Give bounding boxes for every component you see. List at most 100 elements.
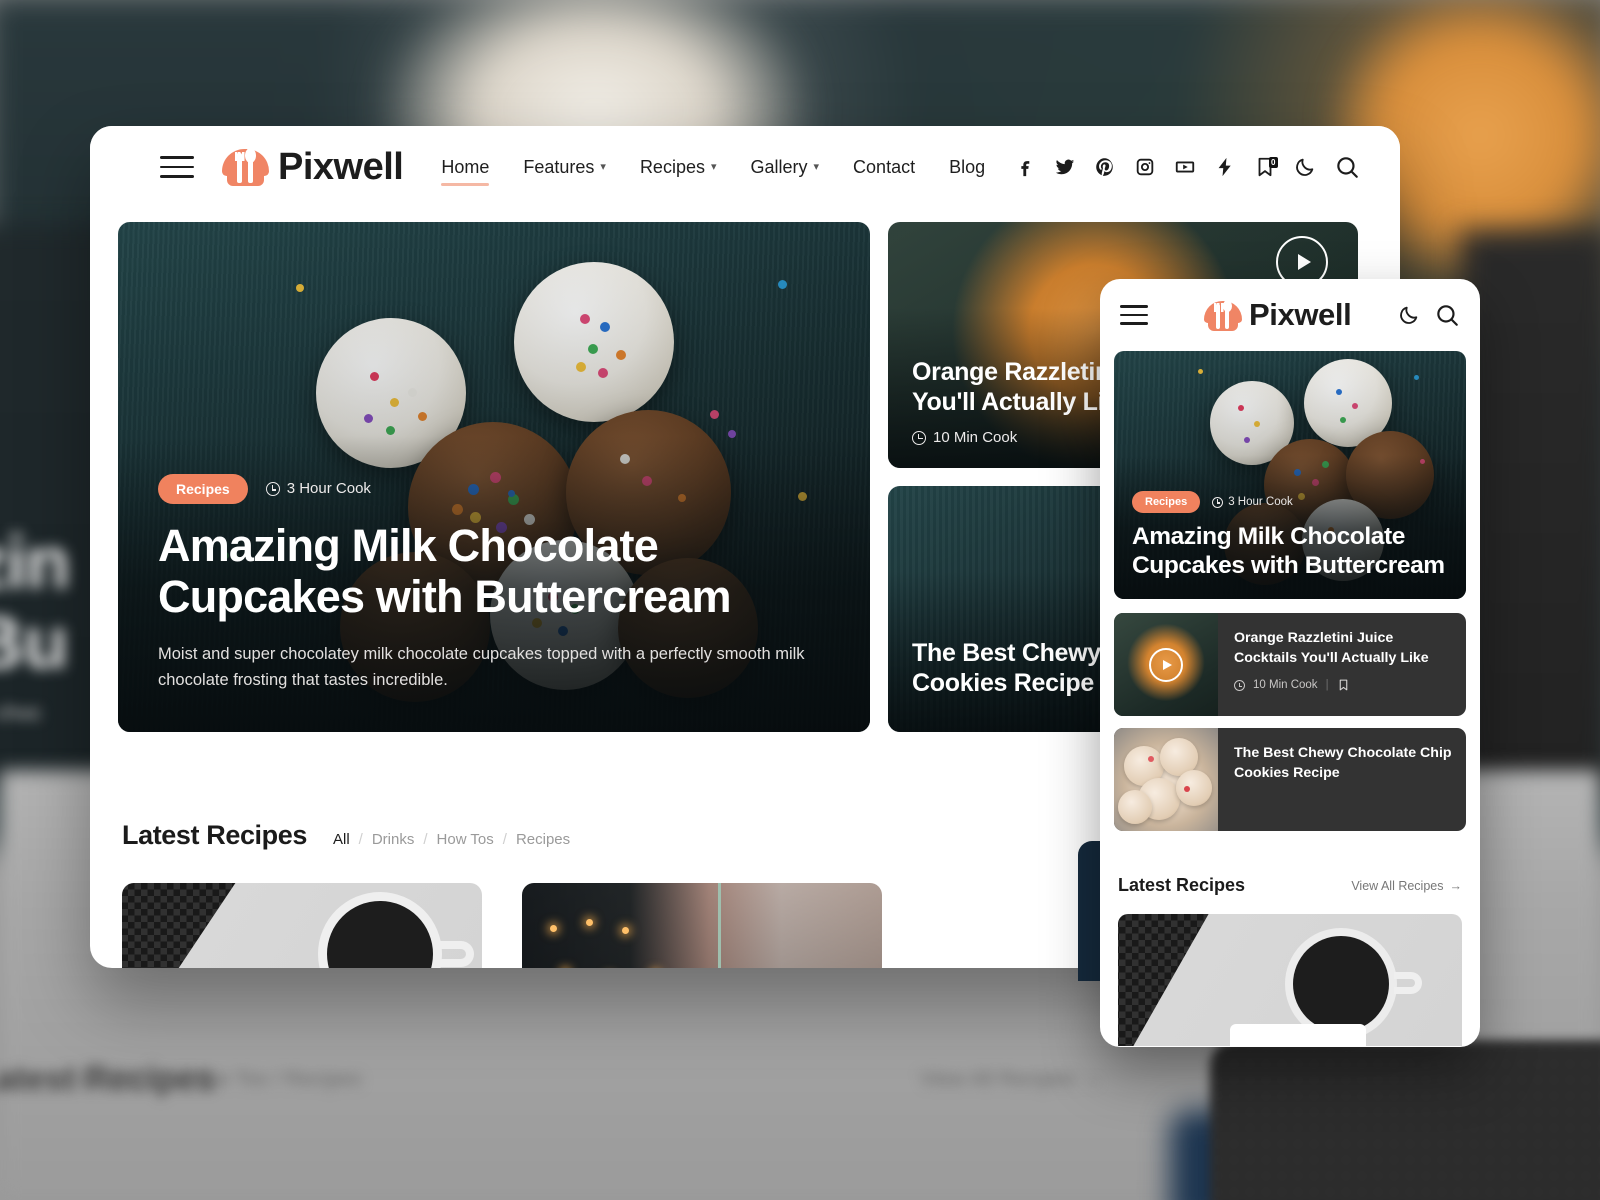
cook-time-label: 10 Min Cook [933, 429, 1018, 446]
mobile-icon-bar [1398, 302, 1460, 328]
section-title: Latest Recipes [122, 820, 307, 850]
cook-time: 3 Hour Cook [1212, 496, 1293, 508]
mobile-hero-card[interactable]: Recipes 3 Hour Cook Amazing Milk Chocola… [1114, 351, 1466, 599]
hero-excerpt: Moist and super chocolatey milk chocolat… [158, 644, 805, 690]
mobile-recipe-card-coffee[interactable] [1118, 914, 1462, 1046]
filter-how-tos[interactable]: How Tos [437, 831, 494, 848]
desktop-header: Pixwell Home Features ▾ Recipes ▾ Gallery ▾… [90, 126, 1400, 208]
hamburger-icon[interactable] [160, 156, 194, 178]
view-all-recipes-link[interactable]: View All Recipes → [1351, 879, 1462, 893]
clock-icon [265, 481, 280, 496]
search-icon[interactable] [1434, 302, 1460, 328]
mobile-hero-title[interactable]: Amazing Milk Chocolate Cupcakes with But… [1132, 523, 1448, 581]
mobile-latest-header: Latest Recipes View All Recipes → [1118, 875, 1462, 896]
bookmark-count-badge: 0 [1268, 157, 1278, 168]
hero-title[interactable]: Amazing Milk Chocolate Cupcakes with But… [158, 520, 830, 623]
cook-time: 3 Hour Cook [265, 480, 371, 498]
category-filters: All / Drinks / How Tos / Recipes [333, 831, 570, 848]
filter-separator: / [423, 831, 428, 848]
background-title-line2: Bu [0, 601, 69, 684]
chevron-down-icon: ▾ [710, 160, 717, 173]
background-right-card-blur [1460, 230, 1600, 790]
facebook-icon[interactable] [1014, 156, 1036, 178]
juice-cocktail-thumbnail [1114, 613, 1218, 716]
nav-label: Contact [853, 156, 916, 177]
recipe-card-street[interactable] [522, 883, 882, 968]
pinterest-icon[interactable] [1094, 156, 1116, 178]
list-item-body: Orange Razzletini Juice Cocktails You'll… [1218, 613, 1466, 716]
instagram-icon[interactable] [1134, 156, 1156, 178]
city-street-night-image [522, 883, 882, 968]
filter-all[interactable]: All [333, 831, 350, 848]
nav-item-recipes[interactable]: Recipes ▾ [640, 157, 717, 178]
mobile-main-content: Recipes 3 Hour Cook Amazing Milk Chocola… [1100, 351, 1480, 1046]
nav-item-contact[interactable]: Contact [853, 157, 915, 178]
coffee-cup-beans-image [122, 883, 482, 968]
cook-time-label: 10 Min Cook [1253, 679, 1318, 692]
moon-icon[interactable] [1294, 156, 1316, 178]
nav-item-gallery[interactable]: Gallery ▾ [751, 157, 820, 178]
cook-time-label: 3 Hour Cook [286, 480, 371, 498]
chevron-down-icon: ▾ [600, 160, 606, 173]
list-item-meta: 10 Min Cook | [1234, 677, 1452, 693]
hero-featured-card[interactable]: Recipes 3 Hour Cook Amazing Milk Chocola… [118, 222, 870, 732]
hero-meta: Recipes 3 Hour Cook [158, 473, 830, 504]
brand-logo[interactable]: Pixwell [222, 145, 404, 189]
clock-icon [1234, 679, 1245, 691]
list-item-title[interactable]: Orange Razzletini Juice Cocktails You'll… [1234, 628, 1452, 668]
filter-separator: / [502, 831, 507, 848]
recipe-card-coffee[interactable] [122, 883, 482, 968]
brand-logo[interactable]: Pixwell [1204, 297, 1352, 333]
nav-label: Gallery [750, 156, 808, 177]
filter-recipes[interactable]: Recipes [516, 831, 570, 848]
nav-label: Features [523, 156, 595, 177]
background-filters: All / Drinks / How Tos / Recipes [70, 1068, 362, 1091]
nav-label: Blog [949, 156, 986, 177]
chef-hat-fork-spoon-icon [1204, 299, 1242, 332]
nav-label: Recipes [639, 156, 705, 177]
nav-item-blog[interactable]: Blog [949, 157, 985, 178]
lightning-bolt-icon[interactable] [1214, 156, 1236, 178]
mobile-header: Pixwell [1100, 279, 1480, 351]
mobile-hero-content: Recipes 3 Hour Cook Amazing Milk Chocola… [1132, 491, 1448, 581]
search-icon[interactable] [1334, 154, 1360, 180]
background-title-line1: zin [0, 521, 71, 604]
category-badge[interactable]: Recipes [1132, 491, 1201, 514]
youtube-icon[interactable] [1174, 156, 1196, 178]
section-title: Latest Recipes [1118, 875, 1246, 895]
chef-hat-fork-spoon-icon [222, 147, 269, 187]
mobile-preview-window: Pixwell Recipes 3 Hour Cook Amazing Milk… [1100, 279, 1480, 1047]
background-excerpt: er choc [0, 700, 43, 725]
moon-icon[interactable] [1398, 304, 1420, 326]
brand-name: Pixwell [278, 145, 404, 188]
filter-separator: / [358, 831, 363, 848]
mobile-hero-meta: Recipes 3 Hour Cook [1132, 491, 1448, 514]
clock-icon [1212, 496, 1224, 508]
brand-name: Pixwell [1249, 297, 1352, 332]
view-all-label: View All Recipes [1351, 878, 1444, 893]
hero-content: Recipes 3 Hour Cook Amazing Milk Chocola… [158, 473, 830, 694]
bookmark-icon[interactable] [1337, 677, 1350, 693]
nav-item-features[interactable]: Features ▾ [523, 157, 606, 178]
arrow-right-icon: → [1449, 878, 1463, 893]
filter-drinks[interactable]: Drinks [372, 831, 415, 848]
list-item-body: The Best Chewy Chocolate Chip Cookies Re… [1218, 728, 1466, 831]
nav-item-home[interactable]: Home [441, 156, 490, 186]
play-button[interactable] [1149, 647, 1183, 682]
list-item-title[interactable]: The Best Chewy Chocolate Chip Cookies Re… [1234, 743, 1452, 783]
nav-label: Home [441, 156, 490, 177]
hamburger-icon[interactable] [1120, 305, 1148, 325]
cookies-thumbnail [1114, 728, 1218, 831]
main-navigation: Home Features ▾ Recipes ▾ Gallery ▾ Contact… [441, 156, 985, 186]
twitter-icon[interactable] [1054, 156, 1076, 178]
card-bottom-notch [1230, 1024, 1366, 1046]
meta-divider: | [1325, 679, 1329, 692]
mobile-article-list: Orange Razzletini Juice Cocktails You'll… [1114, 613, 1466, 831]
background-view-all: View All Recipes → [920, 1068, 1102, 1091]
list-item[interactable]: Orange Razzletini Juice Cocktails You'll… [1114, 613, 1466, 716]
list-item[interactable]: The Best Chewy Chocolate Chip Cookies Re… [1114, 728, 1466, 831]
bookmark-icon[interactable]: 0 [1254, 156, 1278, 178]
category-badge[interactable]: Recipes [158, 473, 248, 504]
header-icon-bar: 0 [1014, 154, 1360, 180]
cook-time-label: 3 Hour Cook [1228, 496, 1293, 509]
